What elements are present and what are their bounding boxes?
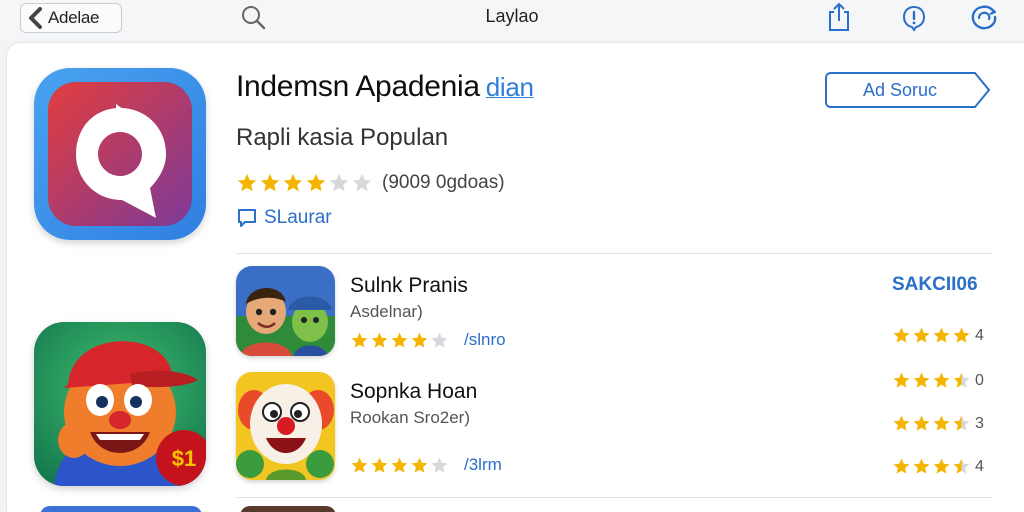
- rating-count: (9009 0gdoas): [382, 172, 505, 193]
- list-item-subtitle: Asdelnar): [350, 302, 423, 321]
- star-icon: [306, 173, 326, 192]
- refresh-icon: [971, 5, 997, 30]
- refresh-button[interactable]: [968, 3, 1000, 33]
- star-icon: [933, 458, 950, 474]
- top-bar: Adelae Laylao: [0, 0, 1024, 40]
- support-label: SLaurar: [264, 207, 332, 228]
- chat-bubble-icon: [238, 209, 256, 227]
- side-rating-value: 0: [975, 371, 984, 389]
- star-icon: [953, 415, 970, 431]
- side-rating: 0: [892, 371, 984, 390]
- star-icon: [893, 458, 910, 474]
- next-row-icon-peek: [40, 506, 202, 512]
- next-row-icon-peek: [240, 506, 336, 512]
- star-icon: [283, 173, 303, 192]
- divider: [236, 497, 992, 498]
- star-icon: [953, 372, 970, 388]
- support-link[interactable]: SLaurar: [236, 207, 332, 229]
- alert-icon: [902, 5, 926, 32]
- list-item-icon[interactable]: [236, 372, 335, 480]
- primary-action-button[interactable]: Ad Soruc: [825, 72, 991, 108]
- section-link[interactable]: SAKCII06: [892, 274, 978, 296]
- star-icon: [933, 415, 950, 431]
- primary-action-label: Ad Soruc: [862, 80, 938, 100]
- star-icon: [893, 415, 910, 431]
- side-rating-value: 4: [975, 457, 984, 475]
- back-button[interactable]: Adelae: [20, 3, 122, 33]
- featured-game-icon[interactable]: $1: [34, 322, 206, 486]
- svg-text:$1: $1: [172, 446, 196, 471]
- star-icon: [933, 372, 950, 388]
- list-item-title[interactable]: Sulnk Pranis: [350, 274, 468, 298]
- star-icon: [329, 173, 349, 192]
- list-item-stars: [350, 331, 450, 350]
- star-icon: [371, 332, 388, 348]
- star-icon: [371, 457, 388, 473]
- list-item-subtitle: Rookan Sro2er): [350, 408, 471, 427]
- share-icon: [829, 2, 849, 31]
- alert-button[interactable]: [900, 4, 928, 32]
- star-icon: [953, 327, 970, 343]
- side-rating-value: 3: [975, 414, 984, 432]
- star-icon: [913, 372, 930, 388]
- star-icon: [411, 457, 428, 473]
- app-subtitle: Rapli kasia Populan: [236, 124, 449, 151]
- side-rating-value: 4: [975, 326, 984, 344]
- clown-character-icon: [236, 372, 335, 480]
- star-icon: [893, 327, 910, 343]
- app-title-text: Indemsn Apadenia: [236, 70, 480, 103]
- page-title: Laylao: [485, 6, 539, 26]
- star-icon: [913, 458, 930, 474]
- star-icon: [893, 372, 910, 388]
- star-icon: [913, 415, 930, 431]
- side-rating-stars: [892, 371, 972, 390]
- star-icon: [913, 327, 930, 343]
- app-logo-icon: [48, 82, 192, 226]
- star-icon: [391, 332, 408, 348]
- side-rating: 4: [892, 326, 984, 345]
- side-rating-stars: [892, 457, 972, 476]
- list-item-rating: /slnro: [350, 330, 506, 350]
- list-item-meta: /slnro: [464, 330, 506, 349]
- search-button[interactable]: [240, 4, 266, 30]
- app-title-tag[interactable]: dian: [486, 72, 534, 102]
- side-rating: 3: [892, 414, 984, 433]
- star-icon: [352, 173, 372, 192]
- cartoon-character-icon: $1: [34, 322, 206, 486]
- list-item-meta: /3lrm: [464, 455, 502, 474]
- divider: [236, 253, 992, 254]
- star-icon: [431, 457, 448, 473]
- star-icon: [351, 332, 368, 348]
- star-icon: [431, 332, 448, 348]
- list-item-stars: [350, 456, 450, 475]
- app-rating: (9009 0gdoas): [236, 171, 505, 195]
- star-icon: [391, 457, 408, 473]
- star-icon: [411, 332, 428, 348]
- star-icon: [237, 173, 257, 192]
- side-rating: 4: [892, 457, 984, 476]
- star-icon: [933, 327, 950, 343]
- search-icon: [242, 6, 266, 30]
- game-characters-icon: [236, 266, 335, 356]
- star-icon: [953, 458, 970, 474]
- list-item-title[interactable]: Sopnka Hoan: [350, 380, 477, 404]
- share-button[interactable]: [826, 2, 852, 32]
- list-item-icon[interactable]: [236, 266, 335, 356]
- star-icon: [351, 457, 368, 473]
- app-title: Indemsn Apadenia dian: [236, 70, 534, 104]
- list-item-rating: /3lrm: [350, 455, 502, 475]
- side-rating-stars: [892, 326, 972, 345]
- back-label: Adelae: [48, 8, 100, 27]
- star-icon: [260, 173, 280, 192]
- chevron-left-icon: [29, 7, 42, 29]
- side-rating-stars: [892, 414, 972, 433]
- rating-stars: [236, 172, 374, 194]
- app-icon[interactable]: [34, 68, 206, 240]
